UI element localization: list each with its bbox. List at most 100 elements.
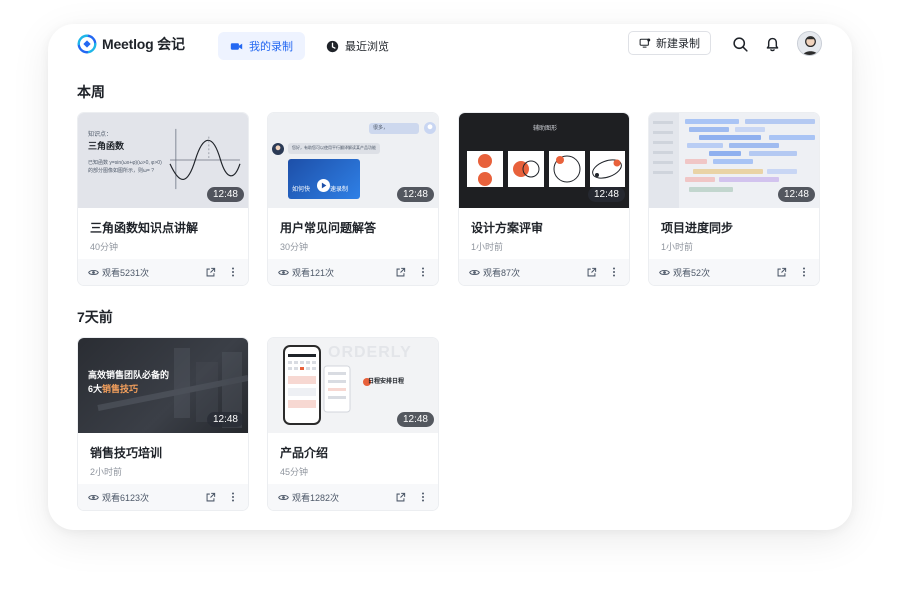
chat-bubble-answer: 您好，有助您可以使用平行翻译解读某产品功能 (288, 143, 380, 154)
thumbnail[interactable]: 高效销售团队必备的 6大销售技巧 12:48 (78, 338, 248, 433)
search-icon (732, 36, 748, 52)
share-icon[interactable] (395, 267, 406, 278)
thumbnail[interactable]: ORDERLY 日程安排日程 12:48 (268, 338, 438, 433)
card-footer: 观看5231次 (78, 259, 248, 285)
bell-icon (766, 37, 778, 51)
thumb-heading: 辅助图形 (532, 126, 557, 132)
share-icon[interactable] (205, 267, 216, 278)
chat-question-text: 很多， (373, 125, 389, 131)
tab-recent[interactable]: 最近浏览 (314, 32, 401, 60)
card-length: 45分钟 (280, 467, 309, 477)
thumbnail[interactable]: 知识点： 三角函数 已知函数 y=sin(ωx+φ)(ω>0, φ>0) 的部分… (78, 113, 248, 208)
thumb-line-1: 已知函数 y=sin(ωx+φ)(ω>0, φ>0) (88, 160, 162, 166)
sine-graph-icon (169, 128, 241, 190)
recording-card[interactable]: 高效销售团队必备的 6大销售技巧 12:48 销售技巧培训 2小时前 观看612… (77, 337, 249, 511)
card-length: 30分钟 (280, 242, 309, 252)
thumbnail[interactable]: 12:48 (649, 113, 819, 208)
view-count: 观看5231次 (102, 267, 150, 278)
more-options-icon[interactable] (228, 492, 238, 502)
more-options-icon[interactable] (418, 267, 428, 277)
card-title[interactable]: 销售技巧培训 (90, 444, 162, 461)
view-count: 观看1282次 (292, 492, 340, 503)
card-footer: 观看6123次 (78, 484, 248, 510)
user-avatar-icon (424, 122, 436, 134)
view-count: 观看52次 (673, 267, 711, 278)
thumb-label: 日程安排日程 (368, 379, 405, 385)
recording-card[interactable]: 12:48 项目进度同步 1小时前 观看52次 (648, 112, 820, 286)
notifications-button[interactable] (762, 34, 782, 54)
more-options-icon[interactable] (228, 267, 238, 277)
more-options-icon[interactable] (799, 267, 809, 277)
section-title-7-days-ago: 7天前 (77, 309, 113, 325)
card-title[interactable]: 用户常见问题解答 (280, 219, 376, 236)
card-length: 1小时前 (661, 242, 694, 252)
card-footer: 观看121次 (268, 259, 438, 285)
card-footer: 观看1282次 (268, 484, 438, 510)
chat-bubble-question: 很多， (369, 123, 419, 134)
eye-icon (469, 269, 480, 275)
thumb-heading: 知识点： (88, 132, 113, 138)
new-recording-label: 新建录制 (656, 38, 700, 50)
duration-badge: 12:48 (396, 187, 434, 202)
eye-icon (278, 269, 289, 275)
duration-badge: 12:48 (777, 187, 815, 202)
recording-card[interactable]: ORDERLY 日程安排日程 12:48 产品介绍 45分钟 观看1282次 (267, 337, 439, 511)
thumbnail[interactable]: 辅助图形 12:48 (459, 113, 629, 208)
tab-label: 我的录制 (249, 41, 293, 53)
tab-my-recordings[interactable]: 我的录制 (218, 32, 305, 60)
thumb-line-1: 高效销售团队必备的 (88, 370, 170, 380)
eye-icon (278, 494, 289, 500)
card-length: 40分钟 (90, 242, 119, 252)
card-length: 1小时前 (471, 242, 504, 252)
duration-badge: 12:48 (587, 187, 625, 202)
thumb-text: 已知函数 y=sin(ωx+φ)(ω>0, φ>0) 的部分图像如图所示，则ω=… (88, 159, 166, 175)
video-caption-left: 如何快 (292, 187, 311, 193)
view-count: 观看87次 (483, 267, 521, 278)
video-preview[interactable]: 如何快 速录制 (288, 159, 360, 199)
phone-mockup-illustration (283, 345, 351, 425)
card-title[interactable]: 产品介绍 (280, 444, 328, 461)
video-caption-right: 速录制 (330, 187, 349, 193)
view-count: 观看121次 (292, 267, 335, 278)
share-icon[interactable] (776, 267, 787, 278)
eye-icon (659, 269, 670, 275)
agent-avatar-icon (272, 143, 284, 155)
card-title[interactable]: 设计方案评审 (471, 219, 543, 236)
thumb-line-2-accent: 销售技巧 (102, 384, 139, 394)
play-icon[interactable] (317, 179, 330, 192)
duration-badge: 12:48 (206, 412, 244, 427)
avatar[interactable] (797, 31, 822, 56)
share-icon[interactable] (395, 492, 406, 503)
clock-icon (326, 40, 339, 52)
thumb-line-2: 的部分图像如图所示，则ω= ? (88, 168, 154, 174)
app-window: Meetlog 会记 我的录制 最近浏览 新建录制 本周 知识点： 三角函数 已… (48, 24, 852, 530)
recording-card[interactable]: 辅助图形 12:48 设计方案评审 1小时前 观看87次 (458, 112, 630, 286)
user-avatar-icon (798, 32, 821, 55)
recording-card[interactable]: 知识点： 三角函数 已知函数 y=sin(ωx+φ)(ω>0, φ>0) 的部分… (77, 112, 249, 286)
screen-record-icon (639, 38, 651, 48)
card-length: 2小时前 (90, 467, 123, 477)
card-title[interactable]: 项目进度同步 (661, 219, 733, 236)
thumb-line-2: 6大销售技巧 (88, 382, 138, 395)
card-footer: 观看52次 (649, 259, 819, 285)
duration-badge: 12:48 (206, 187, 244, 202)
thumb-line-2-white: 6大 (88, 384, 103, 394)
app-logo[interactable]: Meetlog 会记 (76, 33, 185, 55)
recording-card[interactable]: 很多， 您好，有助您可以使用平行翻译解读某产品功能 如何快 速录制 12:48 … (267, 112, 439, 286)
card-title[interactable]: 三角函数知识点讲解 (90, 219, 198, 236)
share-icon[interactable] (586, 267, 597, 278)
more-options-icon[interactable] (418, 492, 428, 502)
eye-icon (88, 494, 99, 500)
more-options-icon[interactable] (609, 267, 619, 277)
thumb-subheading: 三角函数 (88, 141, 125, 151)
tab-label: 最近浏览 (345, 41, 389, 53)
duration-badge: 12:48 (396, 412, 434, 427)
video-camera-icon (230, 42, 243, 50)
new-recording-button[interactable]: 新建录制 (628, 31, 711, 55)
thumbnail[interactable]: 很多， 您好，有助您可以使用平行翻译解读某产品功能 如何快 速录制 12:48 (268, 113, 438, 208)
chat-answer-text: 您好，有助您可以使用平行翻译解读某产品功能 (292, 145, 376, 150)
search-button[interactable] (730, 34, 750, 54)
app-name: Meetlog 会记 (102, 36, 185, 52)
card-footer: 观看87次 (459, 259, 629, 285)
share-icon[interactable] (205, 492, 216, 503)
